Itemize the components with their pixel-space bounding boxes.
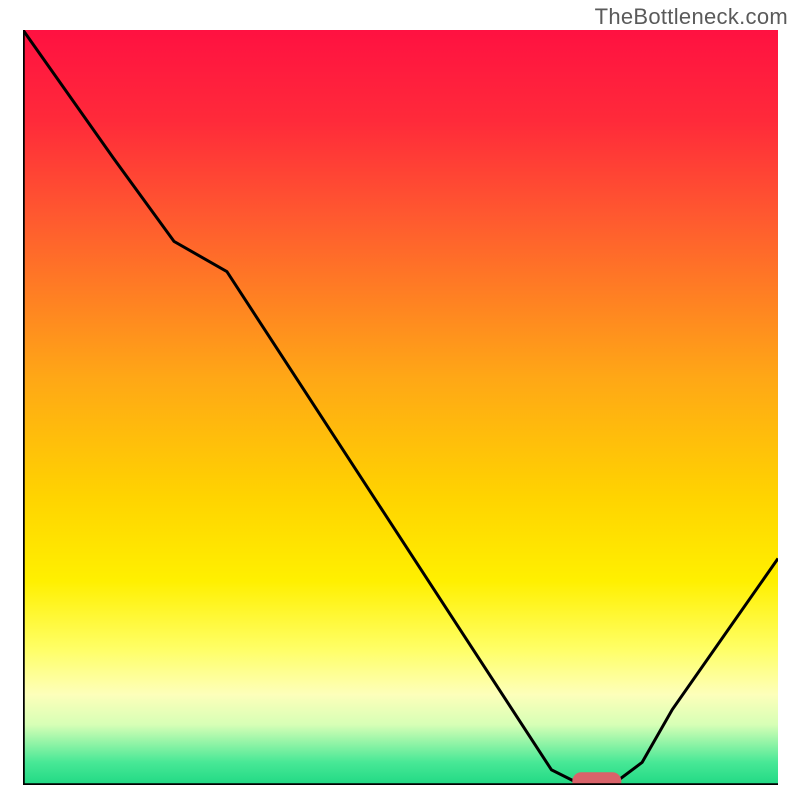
- chart-svg: [23, 30, 778, 785]
- plot-background: [23, 30, 778, 785]
- bottleneck-chart: [23, 30, 778, 785]
- optimal-marker: [572, 772, 621, 785]
- watermark-text: TheBottleneck.com: [595, 4, 788, 30]
